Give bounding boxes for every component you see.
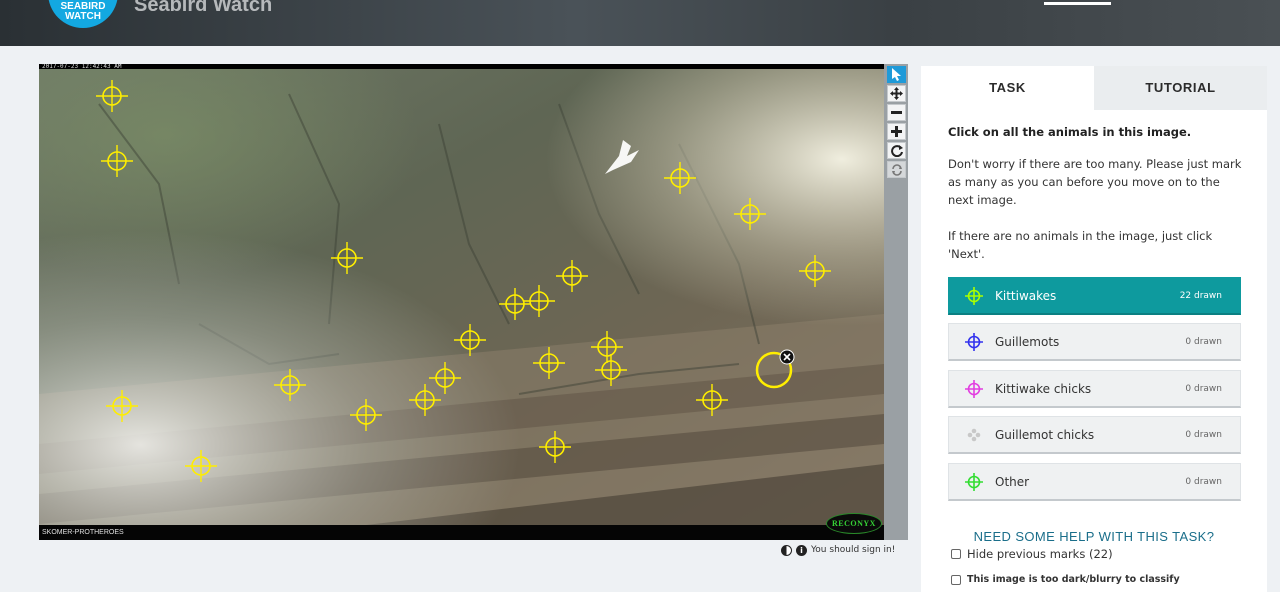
site-header: SEABIRD WATCH Seabird Watch bbox=[0, 0, 1280, 46]
kittiwake-mark[interactable] bbox=[591, 331, 623, 363]
kittiwake-mark[interactable] bbox=[595, 354, 627, 386]
kittiwake-mark[interactable] bbox=[185, 450, 217, 482]
kittiwake-mark[interactable] bbox=[454, 324, 486, 356]
info-icon[interactable]: i bbox=[796, 544, 807, 556]
seabird-watch-logo[interactable]: SEABIRD WATCH bbox=[48, 0, 118, 28]
logo-line-2: WATCH bbox=[65, 11, 101, 22]
zoom-out-icon bbox=[891, 111, 902, 114]
answer-kittiwake-chicks[interactable]: Kittiwake chicks 0 drawn bbox=[948, 370, 1241, 408]
active-nav-underline bbox=[1044, 2, 1111, 5]
kittiwake-mark[interactable] bbox=[755, 349, 795, 389]
kittiwake-mark[interactable] bbox=[499, 288, 531, 320]
answer-label: Guillemots bbox=[995, 334, 1060, 349]
answer-guillemot-chicks[interactable]: Guillemot chicks 0 drawn bbox=[948, 416, 1241, 454]
answer-count: 0 drawn bbox=[1185, 476, 1222, 487]
kittiwake-mark[interactable] bbox=[274, 369, 306, 401]
answer-other[interactable]: Other 0 drawn bbox=[948, 463, 1241, 501]
kittiwake-mark[interactable] bbox=[696, 384, 728, 416]
tab-task[interactable]: TASK bbox=[921, 66, 1094, 110]
guillemot-chick-icon bbox=[967, 428, 981, 441]
hide-marks-label: Hide previous marks (22) bbox=[967, 547, 1113, 561]
kittiwake-crosshair-icon bbox=[965, 286, 983, 305]
checkbox-box[interactable] bbox=[951, 574, 961, 585]
reset-button[interactable] bbox=[887, 161, 906, 178]
task-tabs: TASK TUTORIAL bbox=[921, 66, 1267, 110]
kittiwake-mark[interactable] bbox=[331, 242, 363, 274]
too-dark-label: This image is too dark/blurry to classif… bbox=[967, 574, 1180, 585]
answer-count: 0 drawn bbox=[1185, 383, 1222, 394]
answer-guillemots[interactable]: Guillemots 0 drawn bbox=[948, 323, 1241, 361]
kittiwake-mark[interactable] bbox=[734, 198, 766, 230]
other-crosshair-icon bbox=[965, 472, 983, 491]
task-instruction-1: Don't worry if there are too many. Pleas… bbox=[948, 157, 1242, 207]
reset-icon bbox=[891, 163, 902, 176]
answer-count: 0 drawn bbox=[1185, 336, 1222, 347]
zoom-in-button[interactable] bbox=[887, 123, 906, 140]
image-toolbar bbox=[884, 64, 908, 540]
checkbox-box[interactable] bbox=[951, 549, 961, 559]
kittiwake-mark[interactable] bbox=[429, 362, 461, 394]
kittiwake-mark[interactable] bbox=[533, 347, 565, 379]
kittiwake-mark[interactable] bbox=[106, 390, 138, 422]
pointer-icon bbox=[892, 68, 901, 81]
task-instruction-2: If there are no animals in the image, ju… bbox=[948, 229, 1213, 261]
kittiwake-chick-crosshair-icon bbox=[965, 379, 983, 398]
kittiwake-mark[interactable] bbox=[556, 260, 588, 292]
answer-label: Kittiwakes bbox=[995, 288, 1057, 303]
hide-marks-checkbox[interactable]: Hide previous marks (22) bbox=[951, 547, 1113, 561]
kittiwake-mark[interactable] bbox=[799, 255, 831, 287]
subject-image-viewer[interactable]: 2017-07-23 12:42:43 AM SKOMER-PROTHEROES… bbox=[39, 64, 884, 540]
answer-label: Other bbox=[995, 474, 1030, 489]
move-tool-button[interactable] bbox=[887, 85, 906, 102]
rotate-icon bbox=[890, 144, 903, 157]
sign-in-text[interactable]: You should sign in! bbox=[811, 545, 895, 555]
kittiwake-mark[interactable] bbox=[664, 162, 696, 194]
too-dark-checkbox[interactable]: This image is too dark/blurry to classif… bbox=[951, 574, 1180, 585]
guillemot-crosshair-icon bbox=[965, 332, 983, 351]
camera-brand-logo: RECONYX bbox=[826, 513, 882, 534]
kittiwake-mark[interactable] bbox=[523, 285, 555, 317]
kittiwake-mark[interactable] bbox=[539, 431, 571, 463]
answer-kittiwakes[interactable]: Kittiwakes 22 drawn bbox=[948, 277, 1241, 315]
marks-layer[interactable] bbox=[39, 64, 884, 540]
tab-tutorial[interactable]: TUTORIAL bbox=[1094, 66, 1267, 110]
zoom-in-icon bbox=[891, 126, 902, 137]
answer-label: Kittiwake chicks bbox=[995, 381, 1092, 396]
sign-in-notice: i You should sign in! bbox=[781, 543, 895, 557]
delete-mark-icon[interactable] bbox=[779, 349, 795, 365]
project-title[interactable]: Seabird Watch bbox=[134, 0, 272, 17]
answer-count: 22 drawn bbox=[1179, 290, 1222, 301]
task-panel: TASK TUTORIAL Click on all the animals i… bbox=[921, 66, 1267, 592]
camera-location: SKOMER-PROTHEROES bbox=[39, 525, 884, 540]
answer-count: 0 drawn bbox=[1185, 429, 1222, 440]
task-question: Click on all the animals in this image. bbox=[948, 125, 1192, 139]
answer-label: Guillemot chicks bbox=[995, 427, 1095, 442]
move-icon bbox=[890, 87, 903, 100]
kittiwake-mark[interactable] bbox=[409, 384, 441, 416]
pointer-tool-button[interactable] bbox=[887, 66, 906, 83]
kittiwake-mark[interactable] bbox=[96, 80, 128, 112]
contrast-icon[interactable] bbox=[781, 544, 792, 556]
zoom-out-button[interactable] bbox=[887, 104, 906, 121]
kittiwake-mark[interactable] bbox=[350, 399, 382, 431]
help-link[interactable]: NEED SOME HELP WITH THIS TASK? bbox=[921, 529, 1267, 544]
kittiwake-mark[interactable] bbox=[101, 145, 133, 177]
rotate-button[interactable] bbox=[887, 142, 906, 159]
